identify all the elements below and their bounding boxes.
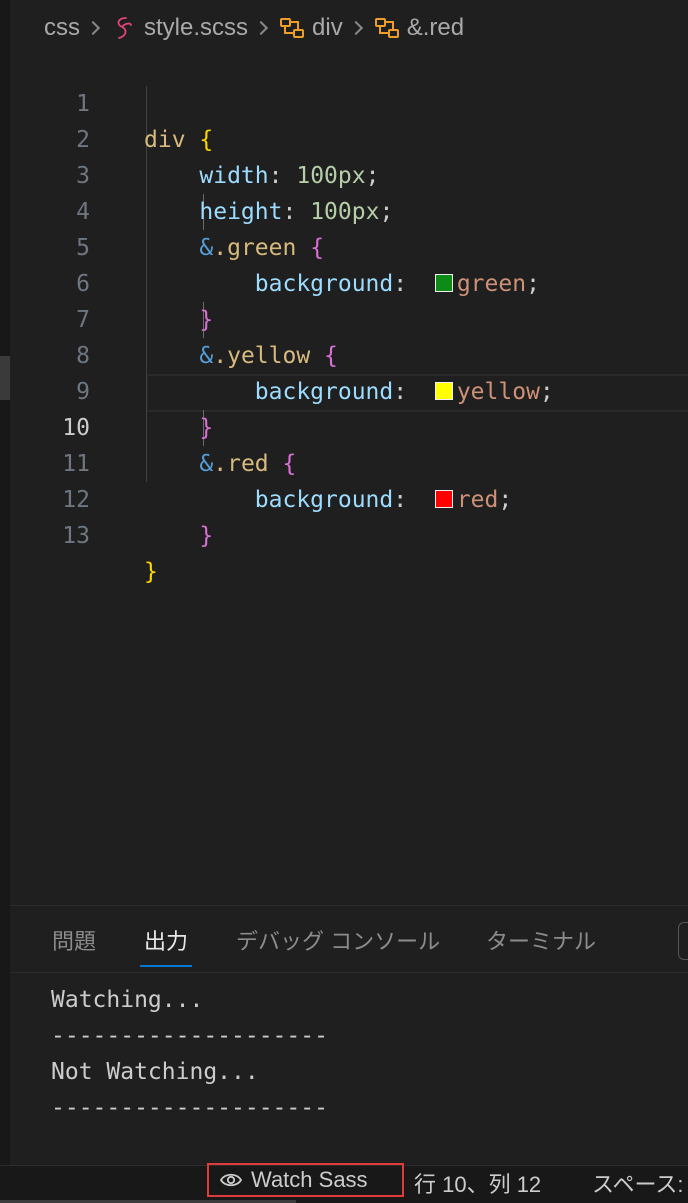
eye-icon	[219, 1173, 243, 1187]
output-line: Not Watching...	[51, 1059, 259, 1085]
line-number: 13	[62, 523, 90, 549]
watch-sass-button[interactable]: Watch Sass	[207, 1163, 404, 1197]
output-line: --------------------	[51, 1095, 328, 1121]
code-line: 1 div {	[10, 50, 688, 153]
code-line: 9 }	[10, 338, 688, 441]
breadcrumb-symbol-red[interactable]: &.red	[407, 14, 464, 42]
tab-problems[interactable]: 問題	[52, 924, 96, 956]
chevron-right-icon	[347, 10, 367, 46]
sass-icon	[117, 17, 132, 39]
panel-tabs: 問題 出力 デバッグ コンソール ターミナル	[10, 906, 688, 972]
code-line: 13 }	[10, 482, 688, 585]
divider	[10, 972, 688, 973]
symbol-class-icon	[374, 18, 399, 38]
code-line-active: 10 &.red {	[10, 374, 688, 477]
output-line: --------------------	[51, 1023, 328, 1049]
chevron-right-icon	[252, 10, 272, 46]
breadcrumb-folder[interactable]: css	[44, 14, 80, 42]
status-bar: Watch Sass 行 10、列 12 スペース:	[0, 1163, 688, 1203]
code-line: 12 }	[10, 446, 688, 549]
breadcrumb-symbol-div[interactable]: div	[312, 14, 343, 42]
output-channel-dropdown[interactable]	[678, 922, 688, 960]
scroll-marker	[0, 356, 10, 400]
code-line: 6 }	[10, 230, 688, 333]
activity-edge	[0, 0, 10, 1165]
breadcrumb: css style.scss div &.red	[44, 10, 464, 46]
breadcrumb-file[interactable]: style.scss	[144, 14, 248, 42]
tab-debug-console[interactable]: デバッグ コンソール	[236, 924, 440, 956]
indentation-status[interactable]: スペース:	[592, 1170, 683, 1200]
code-line: 2 width: 100px;	[10, 86, 688, 189]
code-line: 11 background: red;	[10, 410, 688, 513]
cursor-position[interactable]: 行 10、列 12	[414, 1170, 541, 1200]
code-line: 7 &.yellow {	[10, 266, 688, 369]
tab-output[interactable]: 出力	[144, 924, 188, 956]
output-line: Watching...	[51, 987, 204, 1013]
chevron-right-icon	[84, 10, 104, 46]
code-line: 4 &.green {	[10, 158, 688, 261]
tab-terminal[interactable]: ターミナル	[486, 924, 596, 956]
code-line: 3 height: 100px;	[10, 122, 688, 225]
code-line: 5 background: green;	[10, 194, 688, 297]
symbol-class-icon	[280, 18, 305, 38]
code-editor[interactable]: 1 div { 2 width: 100px; 3 height: 100px;…	[10, 50, 688, 900]
bottom-panel: 問題 出力 デバッグ コンソール ターミナル Watching... -----…	[10, 905, 688, 1166]
code-line: 8 background: yellow;	[10, 302, 688, 405]
active-tab-indicator	[140, 965, 192, 967]
watch-sass-label: Watch Sass	[251, 1167, 368, 1192]
